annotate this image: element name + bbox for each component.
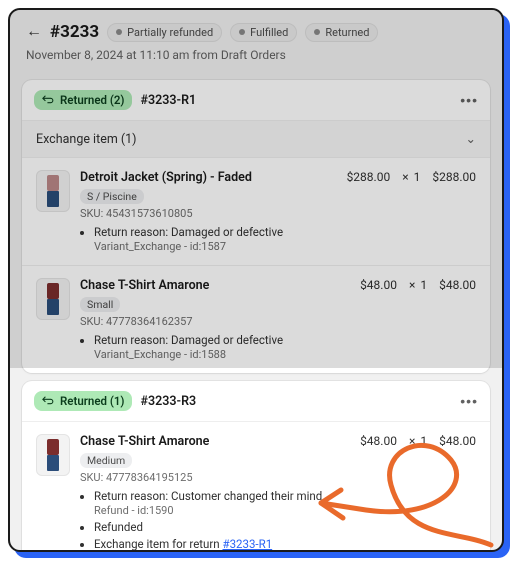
variant-pill: Small: [80, 297, 120, 312]
card-menu-button[interactable]: •••: [460, 92, 478, 108]
return-icon: [42, 94, 55, 107]
status-badge-partially-refunded: Partially refunded: [107, 23, 222, 42]
line-item: Detroit Jacket (Spring) - Faded S / Pisc…: [22, 157, 490, 265]
exchange-link-line: Exchange item for return #3233-R1: [94, 537, 350, 551]
status-badge-returned: Returned: [305, 23, 378, 42]
product-thumb: [36, 170, 70, 212]
order-detail-frame: ← #3233 Partially refunded Fulfilled Ret…: [8, 8, 504, 552]
exchange-section-toggle[interactable]: Exchange item (1) ⌄: [22, 120, 490, 157]
return-card: Returned (2) #3233-R1 ••• Exchange item …: [22, 80, 490, 373]
order-header: ← #3233 Partially refunded Fulfilled Ret…: [10, 10, 502, 72]
variant-pill: Medium: [80, 453, 132, 468]
order-meta: November 8, 2024 at 11:10 am from Draft …: [26, 48, 486, 62]
return-card: Returned (1) #3233-R3 ••• Chase T-Shirt …: [22, 381, 490, 552]
product-thumb: [36, 434, 70, 476]
return-id: #3233-R3: [140, 394, 196, 409]
item-title: Chase T-Shirt Amarone: [80, 278, 350, 293]
item-pricing: $48.00 ×1 $48.00: [360, 278, 476, 361]
return-reason: Return reason: Damaged or defective Vari…: [94, 333, 350, 361]
exchange-return-link[interactable]: #3233-R1: [223, 537, 273, 551]
section-label: Exchange item (1): [36, 132, 137, 147]
status-badge-fulfilled: Fulfilled: [230, 23, 297, 42]
refunded-status: Refunded: [94, 520, 350, 534]
returned-badge: Returned (2): [34, 90, 132, 110]
order-number: #3233: [50, 22, 99, 42]
variant-pill: S / Piscine: [80, 189, 144, 204]
return-reason: Return reason: Damaged or defective Vari…: [94, 225, 337, 253]
back-button[interactable]: ←: [26, 23, 42, 41]
item-title: Chase T-Shirt Amarone: [80, 434, 350, 449]
item-title: Detroit Jacket (Spring) - Faded: [80, 170, 337, 185]
return-icon: [42, 395, 55, 408]
item-sku: SKU: 47778364162357: [80, 315, 350, 328]
item-sku: SKU: 45431573610805: [80, 207, 337, 220]
item-pricing: $48.00 ×1 $48.00: [360, 434, 476, 551]
chevron-down-icon: ⌄: [466, 131, 476, 147]
line-item: Chase T-Shirt Amarone Small SKU: 4777836…: [22, 265, 490, 373]
item-pricing: $288.00 ×1 $288.00: [347, 170, 476, 253]
returned-badge: Returned (1): [34, 391, 132, 411]
item-sku: SKU: 47778364195125: [80, 471, 350, 484]
line-item: Chase T-Shirt Amarone Medium SKU: 477783…: [22, 421, 490, 552]
card-menu-button[interactable]: •••: [460, 393, 478, 409]
return-reason: Return reason: Customer changed their mi…: [94, 489, 350, 517]
return-id: #3233-R1: [140, 93, 196, 108]
product-thumb: [36, 278, 70, 320]
